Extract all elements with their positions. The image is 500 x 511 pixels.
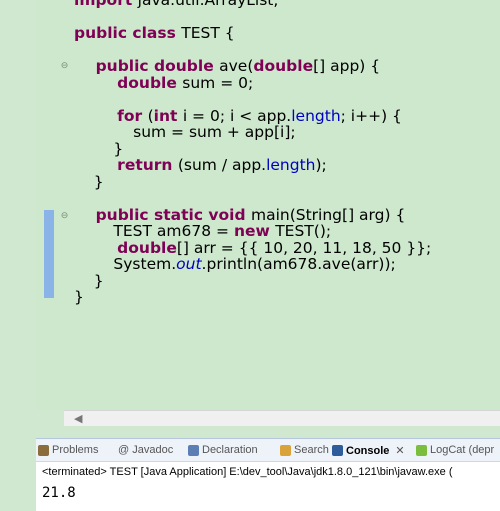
code-token: main(String[] arg) { <box>250 205 406 224</box>
tab-logcat-depr[interactable]: LogCat (depr <box>416 444 494 456</box>
code-line[interactable] <box>74 91 500 108</box>
declaration-icon <box>188 444 199 456</box>
tab-label: Declaration <box>202 444 258 456</box>
code-token: ); <box>315 156 327 174</box>
code-line[interactable] <box>74 190 500 207</box>
code-token: i = 0; i < app. <box>182 106 292 125</box>
code-token: } <box>74 271 104 290</box>
code-token: .println(am678.ave(arr)); <box>201 255 396 273</box>
code-token: int <box>153 106 183 125</box>
code-line[interactable]: return (sum / app.length); <box>74 157 500 174</box>
code-line[interactable]: public class TEST { <box>74 25 500 42</box>
code-line[interactable]: TEST am678 = new TEST(); <box>74 223 500 240</box>
console-status: <terminated> TEST [Java Application] E:\… <box>42 466 453 478</box>
code-token: public double <box>74 57 220 75</box>
code-line[interactable]: sum = sum + app[i]; <box>74 124 500 141</box>
code-line[interactable] <box>74 42 500 59</box>
code-line[interactable]: public double ave(double[] app) { <box>74 58 500 75</box>
console-output: 21.8 <box>42 485 76 501</box>
left-frame <box>0 0 36 510</box>
code-token: java.util.ArrayList; <box>137 0 279 9</box>
close-icon[interactable]: ✕ <box>395 444 404 457</box>
code-line[interactable]: } <box>74 139 500 158</box>
console-icon <box>332 445 343 456</box>
code-token: ; i++) { <box>340 106 402 125</box>
code-token: out <box>176 255 202 273</box>
tab-javadoc[interactable]: @ Javadoc <box>118 444 173 456</box>
tab-label: Console <box>346 444 390 457</box>
code-token: import <box>74 0 138 9</box>
tab-label: @ Javadoc <box>118 444 174 456</box>
code-token: length <box>291 106 341 125</box>
code-token: } <box>74 139 124 158</box>
tab-search[interactable]: Search <box>280 444 329 456</box>
problems-icon <box>38 444 49 456</box>
code-token: return <box>74 156 178 174</box>
horizontal-scrollbar[interactable]: ◀ <box>64 410 500 427</box>
console-panel: Problems @ Javadoc Declaration Search Consol… <box>36 438 500 511</box>
code-token: public static void <box>74 205 251 224</box>
code-token: (sum / app. <box>177 156 267 174</box>
code-token: public class <box>74 24 182 42</box>
logcat-icon <box>416 444 427 456</box>
code-line[interactable]: } <box>74 172 500 191</box>
code-token: TEST(); <box>275 222 332 240</box>
code-token: double <box>74 238 177 257</box>
code-line[interactable]: double sum = 0; <box>74 73 500 92</box>
source-code[interactable]: import java.util.ArrayList; public class… <box>74 0 500 306</box>
occurrence-marker <box>44 210 54 298</box>
code-line[interactable]: for (int i = 0; i < app.length; i++) { <box>74 106 500 125</box>
fold-collapse-icon[interactable]: ⊖ <box>60 212 69 221</box>
code-line[interactable]: System.out.println(am678.ave(arr)); <box>74 256 500 273</box>
code-token: [] arr = {{ 10, 20, 11, 18, 50 }}; <box>176 238 432 257</box>
panel-tabs: Problems @ Javadoc Declaration Search Consol… <box>36 439 500 462</box>
code-line[interactable]: import java.util.ArrayList; <box>74 0 500 9</box>
code-line[interactable] <box>74 9 500 26</box>
code-token: TEST { <box>181 24 235 42</box>
tab-problems[interactable]: Problems <box>38 444 98 456</box>
code-line[interactable]: } <box>74 289 500 306</box>
code-token: } <box>74 172 104 191</box>
scroll-left-icon[interactable]: ◀ <box>74 412 82 425</box>
code-token: sum = 0; <box>182 73 254 92</box>
code-token: double <box>74 73 183 92</box>
fold-collapse-icon[interactable]: ⊖ <box>60 62 69 71</box>
tab-label: LogCat (depr <box>430 444 495 456</box>
tab-console[interactable]: Console ✕ <box>332 444 405 457</box>
code-line[interactable]: double[] arr = {{ 10, 20, 11, 18, 50 }}; <box>74 238 500 257</box>
code-token: } <box>74 288 84 306</box>
code-line[interactable]: public static void main(String[] arg) { <box>74 205 500 224</box>
code-token: ave( <box>219 57 254 75</box>
code-token: for <box>74 106 148 125</box>
code-token: new <box>233 222 276 240</box>
code-token: sum = sum + app[i]; <box>74 123 296 141</box>
code-line[interactable]: } <box>74 271 500 290</box>
tab-declaration[interactable]: Declaration <box>188 444 258 456</box>
search-icon <box>280 444 291 456</box>
code-token: System. <box>74 255 177 273</box>
code-token: [] app) { <box>313 57 381 75</box>
tab-label: Search <box>294 444 329 456</box>
separator <box>36 426 500 438</box>
code-token: double <box>253 57 314 75</box>
code-token: TEST am678 = <box>74 222 234 240</box>
tab-label: Problems <box>52 444 99 456</box>
code-token: length <box>266 156 316 174</box>
